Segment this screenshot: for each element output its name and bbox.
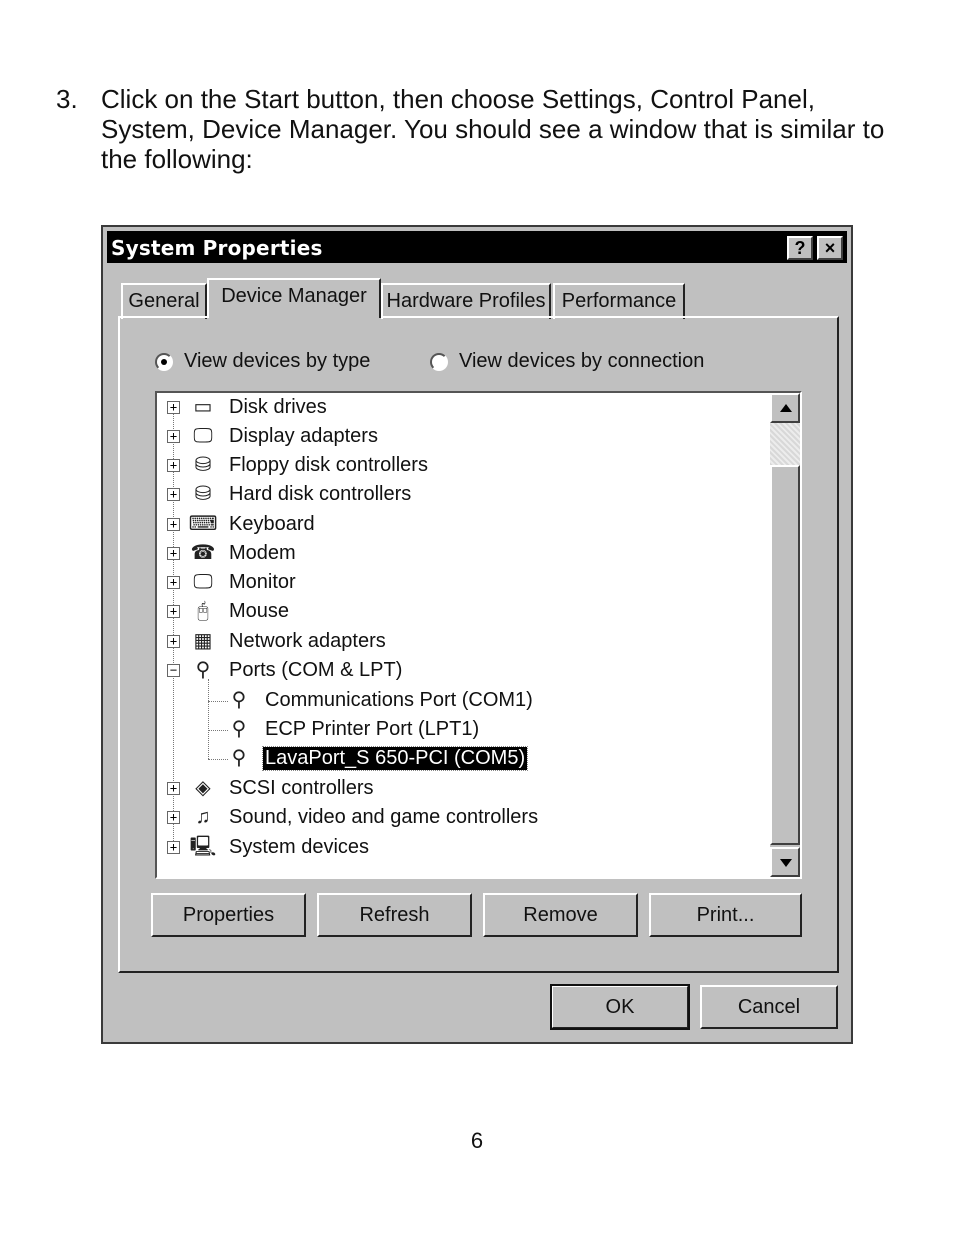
print-button[interactable]: Print... bbox=[649, 893, 802, 937]
expand-icon[interactable]: + bbox=[167, 547, 180, 560]
refresh-button[interactable]: Refresh bbox=[317, 893, 472, 937]
device-tree[interactable]: ▭ Disk drives 🖵 Display adapters ⛁ Floppy d… bbox=[155, 391, 802, 879]
radio-selected-icon bbox=[155, 352, 173, 371]
scroll-up-arrow-icon[interactable] bbox=[770, 393, 800, 423]
tree-item-label: Floppy disk controllers bbox=[229, 453, 428, 476]
disk-drive-icon: ▭ bbox=[193, 396, 213, 418]
tree-item-label: Ports (COM & LPT) bbox=[229, 658, 403, 681]
close-button[interactable]: × bbox=[817, 236, 843, 260]
expand-icon[interactable]: + bbox=[167, 811, 180, 824]
tree-connector bbox=[208, 701, 228, 702]
display-adapter-icon: 🖵 bbox=[193, 425, 213, 447]
instruction-line: System, Device Manager. You should see a… bbox=[101, 114, 885, 144]
tree-item-disk-drives[interactable]: ▭ Disk drives bbox=[191, 393, 329, 421]
port-plug-icon: ⚲ bbox=[231, 689, 247, 711]
radio-label: View devices by type bbox=[184, 350, 371, 372]
keyboard-icon: ⌨ bbox=[188, 513, 218, 535]
expand-icon[interactable]: + bbox=[167, 605, 180, 618]
remove-button[interactable]: Remove bbox=[483, 893, 638, 937]
port-plug-icon: ⚲ bbox=[231, 747, 247, 769]
scroll-down-arrow-icon[interactable] bbox=[770, 847, 800, 877]
expand-icon[interactable]: + bbox=[167, 430, 180, 443]
instruction-line: the following: bbox=[101, 144, 253, 174]
tree-item-label: SCSI controllers bbox=[229, 776, 374, 799]
tree-item-modem[interactable]: ☎ Modem bbox=[191, 539, 298, 567]
title-bar[interactable]: System Properties ? × bbox=[107, 231, 847, 263]
tree-item-label: Mouse bbox=[229, 599, 290, 622]
tree-item-label: Hard disk controllers bbox=[229, 482, 412, 505]
expand-icon[interactable]: + bbox=[167, 488, 180, 501]
tree-item-system-devices[interactable]: 🖳 System devices bbox=[189, 833, 371, 861]
tree-item-floppy-controllers[interactable]: ⛁ Floppy disk controllers bbox=[191, 451, 430, 479]
sound-controller-icon: ♫ bbox=[195, 806, 211, 828]
radio-unselected-icon bbox=[430, 352, 448, 371]
radio-view-by-connection[interactable]: View devices by connection bbox=[430, 350, 704, 373]
properties-button[interactable]: Properties bbox=[151, 893, 306, 937]
tree-item-label-selected: LavaPort_S 650-PCI (COM5) bbox=[261, 745, 529, 771]
monitor-icon: 🖵 bbox=[193, 571, 213, 593]
scsi-controller-icon: ◈ bbox=[195, 777, 211, 799]
tree-item-label: System devices bbox=[229, 835, 370, 858]
system-properties-window: System Properties ? × General Device Man… bbox=[101, 225, 853, 1044]
scroll-thumb[interactable] bbox=[770, 465, 800, 845]
tree-item-sound-controllers[interactable]: ♫ Sound, video and game controllers bbox=[191, 803, 540, 831]
expand-icon[interactable]: + bbox=[167, 518, 180, 531]
tree-item-label: Sound, video and game controllers bbox=[229, 805, 539, 828]
tree-item-display-adapters[interactable]: 🖵 Display adapters bbox=[191, 422, 380, 450]
tree-item-label: Network adapters bbox=[229, 629, 386, 652]
port-plug-icon: ⚲ bbox=[195, 659, 211, 681]
tree-item-label: Keyboard bbox=[229, 512, 315, 535]
instruction-line: Click on the Start button, then choose S… bbox=[101, 84, 815, 114]
tree-item-label: ECP Printer Port (LPT1) bbox=[265, 717, 480, 740]
system-devices-icon: 🖳 bbox=[189, 836, 217, 858]
tree-item-network-adapters[interactable]: ▦ Network adapters bbox=[191, 627, 388, 655]
tab-device-manager[interactable]: Device Manager bbox=[207, 278, 381, 318]
network-adapter-icon: ▦ bbox=[193, 630, 213, 652]
expand-icon[interactable]: + bbox=[167, 635, 180, 648]
step-number: 3. bbox=[56, 84, 78, 114]
port-plug-icon: ⚲ bbox=[231, 718, 247, 740]
floppy-controller-icon: ⛁ bbox=[194, 454, 212, 476]
tree-connector bbox=[208, 730, 228, 731]
scroll-track[interactable] bbox=[770, 423, 800, 465]
page-number: 6 bbox=[470, 1128, 484, 1153]
expand-icon[interactable]: + bbox=[167, 459, 180, 472]
modem-icon: ☎ bbox=[190, 542, 216, 564]
device-tree-content: ▭ Disk drives 🖵 Display adapters ⛁ Floppy d… bbox=[157, 393, 772, 877]
collapse-icon[interactable]: − bbox=[167, 664, 180, 677]
tree-item-scsi-controllers[interactable]: ◈ SCSI controllers bbox=[191, 774, 376, 802]
tab-general[interactable]: General bbox=[121, 283, 207, 319]
tree-item-ports[interactable]: ⚲ Ports (COM & LPT) bbox=[191, 656, 404, 684]
tree-item-label: Display adapters bbox=[229, 424, 378, 447]
tab-performance[interactable]: Performance bbox=[553, 283, 685, 319]
expand-icon[interactable]: + bbox=[167, 401, 180, 414]
ok-button[interactable]: OK bbox=[550, 984, 690, 1030]
tree-item-lavaport-com5[interactable]: ⚲ LavaPort_S 650-PCI (COM5) bbox=[227, 744, 529, 772]
instruction-text: Click on the Start button, then choose S… bbox=[101, 84, 901, 174]
hard-disk-controller-icon: ⛁ bbox=[194, 483, 212, 505]
help-button[interactable]: ? bbox=[787, 236, 813, 260]
expand-icon[interactable]: + bbox=[167, 841, 180, 854]
tab-hardware-profiles[interactable]: Hardware Profiles bbox=[381, 283, 551, 319]
tree-item-label: Disk drives bbox=[229, 395, 327, 418]
radio-label: View devices by connection bbox=[459, 350, 705, 372]
window-title: System Properties bbox=[111, 236, 323, 260]
tree-item-label: Communications Port (COM1) bbox=[265, 688, 533, 711]
mouse-icon: 🖰 bbox=[197, 600, 209, 622]
expand-icon[interactable]: + bbox=[167, 576, 180, 589]
tree-item-mouse[interactable]: 🖰 Mouse bbox=[191, 597, 291, 625]
vertical-scrollbar[interactable] bbox=[770, 393, 800, 877]
expand-icon[interactable]: + bbox=[167, 782, 180, 795]
tree-connector bbox=[208, 759, 228, 760]
tree-item-lpt1[interactable]: ⚲ ECP Printer Port (LPT1) bbox=[227, 715, 481, 743]
tree-item-label: Modem bbox=[229, 541, 296, 564]
tree-connector bbox=[208, 679, 209, 759]
tree-item-com1[interactable]: ⚲ Communications Port (COM1) bbox=[227, 686, 535, 714]
tree-item-keyboard[interactable]: ⌨ Keyboard bbox=[188, 510, 317, 538]
tree-item-label: Monitor bbox=[229, 570, 296, 593]
cancel-button[interactable]: Cancel bbox=[700, 985, 838, 1029]
tree-item-monitor[interactable]: 🖵 Monitor bbox=[191, 568, 298, 596]
tree-item-hard-disk-controllers[interactable]: ⛁ Hard disk controllers bbox=[191, 480, 413, 508]
radio-view-by-type[interactable]: View devices by type bbox=[155, 350, 370, 373]
